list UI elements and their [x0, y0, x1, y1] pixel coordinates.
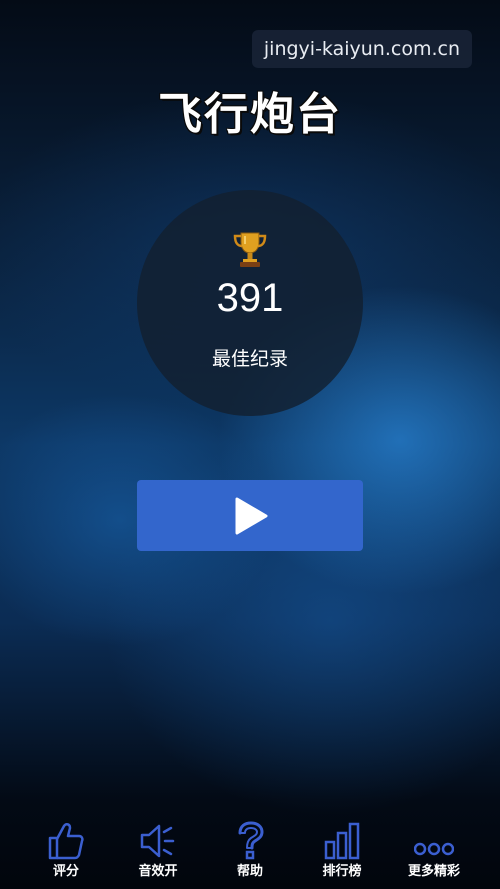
- leaderboard-button[interactable]: 排行榜: [297, 812, 387, 889]
- question-mark-icon: [238, 821, 264, 860]
- play-button[interactable]: [137, 480, 363, 551]
- play-icon: [235, 497, 268, 535]
- best-score-value: 391: [216, 276, 284, 320]
- help-button[interactable]: 帮助: [205, 812, 295, 889]
- rate-button[interactable]: 评分: [21, 812, 111, 889]
- rate-label: 评分: [52, 864, 79, 879]
- help-label: 帮助: [236, 864, 263, 879]
- more-games-button[interactable]: 更多精彩: [389, 812, 479, 889]
- watermark-url: jingyi-kaiyun.com.cn: [251, 30, 472, 68]
- sound-label: 音效开: [138, 864, 178, 879]
- more-dots-icon: [414, 842, 454, 856]
- game-screen: jingyi-kaiyun.com.cn 飞行炮台 391 最佳纪录 评分 音效…: [0, 0, 500, 889]
- game-title: 飞行炮台: [158, 89, 342, 140]
- speaker-icon: [140, 824, 175, 858]
- sound-toggle-button[interactable]: 音效开: [113, 812, 203, 889]
- thumbs-up-icon: [48, 823, 84, 860]
- bar-chart-icon: [324, 822, 360, 860]
- best-score-panel: 391 最佳纪录: [137, 190, 363, 416]
- best-score-label: 最佳纪录: [211, 348, 288, 370]
- more-games-label: 更多精彩: [407, 864, 460, 879]
- bottom-nav: 评分 音效开 帮助 排行榜 更多精彩: [0, 812, 500, 889]
- leaderboard-label: 排行榜: [322, 864, 362, 879]
- trophy-icon: [233, 232, 267, 267]
